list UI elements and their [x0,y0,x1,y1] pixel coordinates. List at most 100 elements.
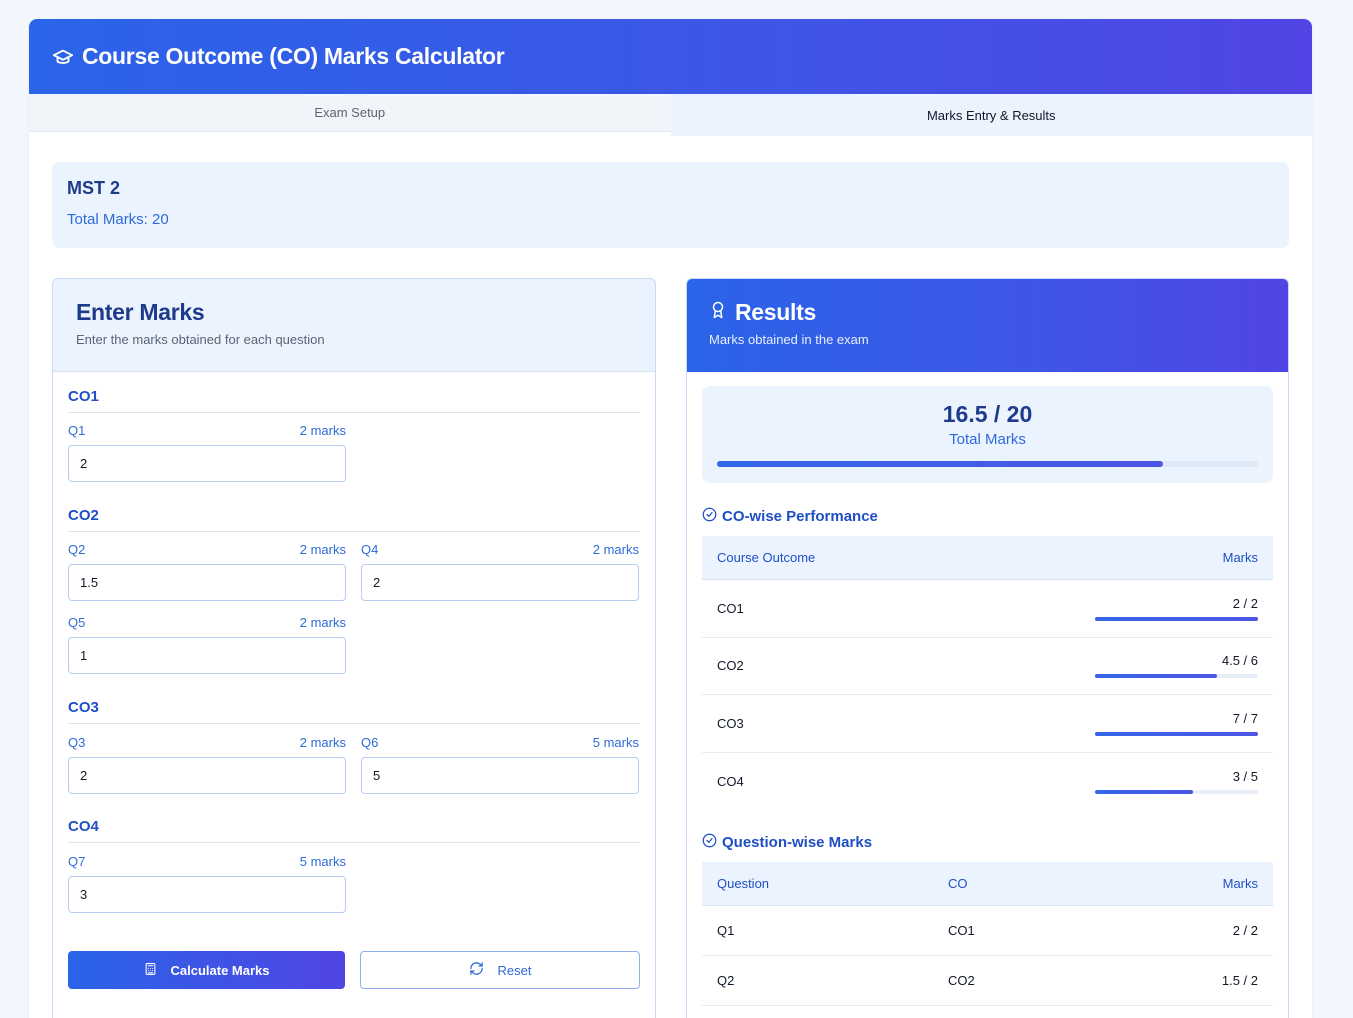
question-label: Q5 [68,615,86,630]
calculator-icon [144,962,157,979]
marks-input-q4[interactable]: 2 [361,564,639,601]
co-wise-table: Course Outcome Marks CO1 2 / 2 CO2 4.5 /… [702,536,1273,810]
co-wise-title: CO-wise Performance [702,507,878,526]
co-name: CO1 [717,600,744,616]
table-row: CO1 2 / 2 [702,580,1273,638]
co-name: CO4 [717,773,744,789]
check-circle-icon [702,507,717,526]
column-marks: Marks [1222,550,1258,565]
co-name: CO3 [717,715,744,731]
question-field-q5: Q5 2 marks 1 [68,615,346,674]
co-wise-table-header: Course Outcome Marks [702,536,1273,580]
check-circle-icon [702,833,717,852]
calculate-marks-button[interactable]: Calculate Marks [68,951,345,989]
co-wise-title-label: CO-wise Performance [722,508,878,525]
co-group-co2: CO2 [68,507,640,532]
co-progress-fill [1095,616,1258,621]
tab-exam-setup[interactable]: Exam Setup [29,94,671,132]
question-marks: 1.5 / 2 [1221,973,1258,988]
table-row: CO3 7 / 7 [702,695,1273,753]
co-group-co3: CO3 [68,699,640,724]
calculator-card: Course Outcome (CO) Marks Calculator Exa… [29,19,1312,1018]
question-label: Q6 [361,735,379,750]
question-field-q1: Q1 2 marks 2 [68,423,346,482]
question-max-marks: 2 marks [299,615,346,630]
column-co: CO [948,876,968,891]
question-wise-title: Question-wise Marks [702,833,872,852]
enter-marks-title: Enter Marks [76,299,205,325]
reset-button[interactable]: Reset [360,951,640,989]
exam-summary: MST 2 Total Marks: 20 [52,162,1289,248]
tab-marks-entry-results[interactable]: Marks Entry & Results [670,94,1312,136]
app-header: Course Outcome (CO) Marks Calculator [29,19,1312,94]
question-label: Q1 [68,423,86,438]
reset-label: Reset [497,962,532,978]
question-label: Q7 [68,854,86,869]
co-progress [1095,674,1258,679]
tab-bar: Exam Setup Marks Entry & Results [29,94,1312,136]
co-group-title: CO3 [68,699,640,724]
co-group-co4: CO4 [68,818,640,843]
co-group-co1: CO1 [68,388,640,413]
question-max-marks: 5 marks [592,735,639,750]
graduation-cap-icon [52,46,74,68]
co-progress-fill [1095,731,1258,736]
question-field-q3: Q3 2 marks 2 [68,735,346,794]
enter-marks-subtitle: Enter the marks obtained for each questi… [76,332,325,347]
question-max-marks: 2 marks [299,735,346,750]
marks-input-q1[interactable]: 2 [68,445,346,482]
co-marks: 4.5 / 6 [1221,653,1258,669]
co-progress [1095,731,1258,736]
refresh-icon [469,961,484,979]
table-row: Q1 CO1 2 / 2 [702,906,1273,956]
question-wise-table-header: Question CO Marks [702,862,1273,906]
total-score-label: Total Marks [949,431,1026,448]
enter-marks-panel: Enter Marks Enter the marks obtained for… [52,278,656,1018]
co-marks: 3 / 5 [1232,768,1258,784]
co-group-title: CO1 [68,388,640,413]
co-group-title: CO4 [68,818,640,843]
question-label: Q4 [361,542,379,557]
table-row: CO4 3 / 5 [702,753,1273,811]
question-max-marks: 2 marks [299,542,346,557]
co-name: CO2 [717,658,744,674]
exam-name: MST 2 [67,178,121,198]
question-label: Q3 [68,735,86,750]
co-progress [1095,789,1258,794]
total-score-box: 16.5 / 20 Total Marks [702,386,1273,483]
co-marks: 7 / 7 [1232,710,1258,726]
total-score-progress [717,461,1258,467]
question-field-q6: Q6 5 marks 5 [361,735,639,794]
question-max-marks: 2 marks [299,423,346,438]
marks-input-q6[interactable]: 5 [361,757,639,794]
question-field-q7: Q7 5 marks 3 [68,854,346,913]
question-max-marks: 5 marks [299,854,346,869]
co-progress [1095,616,1258,621]
calculate-marks-label: Calculate Marks [170,962,270,978]
question-wise-title-label: Question-wise Marks [722,834,873,851]
marks-input-q3[interactable]: 2 [68,757,346,794]
column-marks: Marks [1222,876,1258,891]
question-max-marks: 2 marks [592,542,639,557]
question-name: Q2 [717,973,735,988]
total-score-progress-fill [717,461,1164,467]
co-group-title: CO2 [68,507,640,532]
co-progress-fill [1095,674,1218,679]
column-question: Question [717,876,770,891]
marks-input-q7[interactable]: 3 [68,876,346,913]
results-subtitle: Marks obtained in the exam [709,332,869,347]
total-score: 16.5 / 20 [942,401,1033,427]
marks-input-q5[interactable]: 1 [68,637,346,674]
app-title: Course Outcome (CO) Marks Calculator [82,43,505,69]
enter-marks-header: Enter Marks Enter the marks obtained for… [53,279,655,372]
column-course-outcome: Course Outcome [717,550,816,565]
question-marks: 2 / 2 [1232,923,1258,938]
marks-input-q2[interactable]: 1.5 [68,564,346,601]
question-wise-table: Question CO Marks Q1 CO1 2 / 2 Q2 CO2 1.… [702,862,1273,1006]
question-field-q4: Q4 2 marks 2 [361,542,639,601]
results-header: Results Marks obtained in the exam [687,279,1288,372]
award-icon [709,299,727,326]
exam-total-marks: Total Marks: 20 [67,211,169,228]
question-label: Q2 [68,542,86,557]
question-co: CO2 [948,973,975,988]
